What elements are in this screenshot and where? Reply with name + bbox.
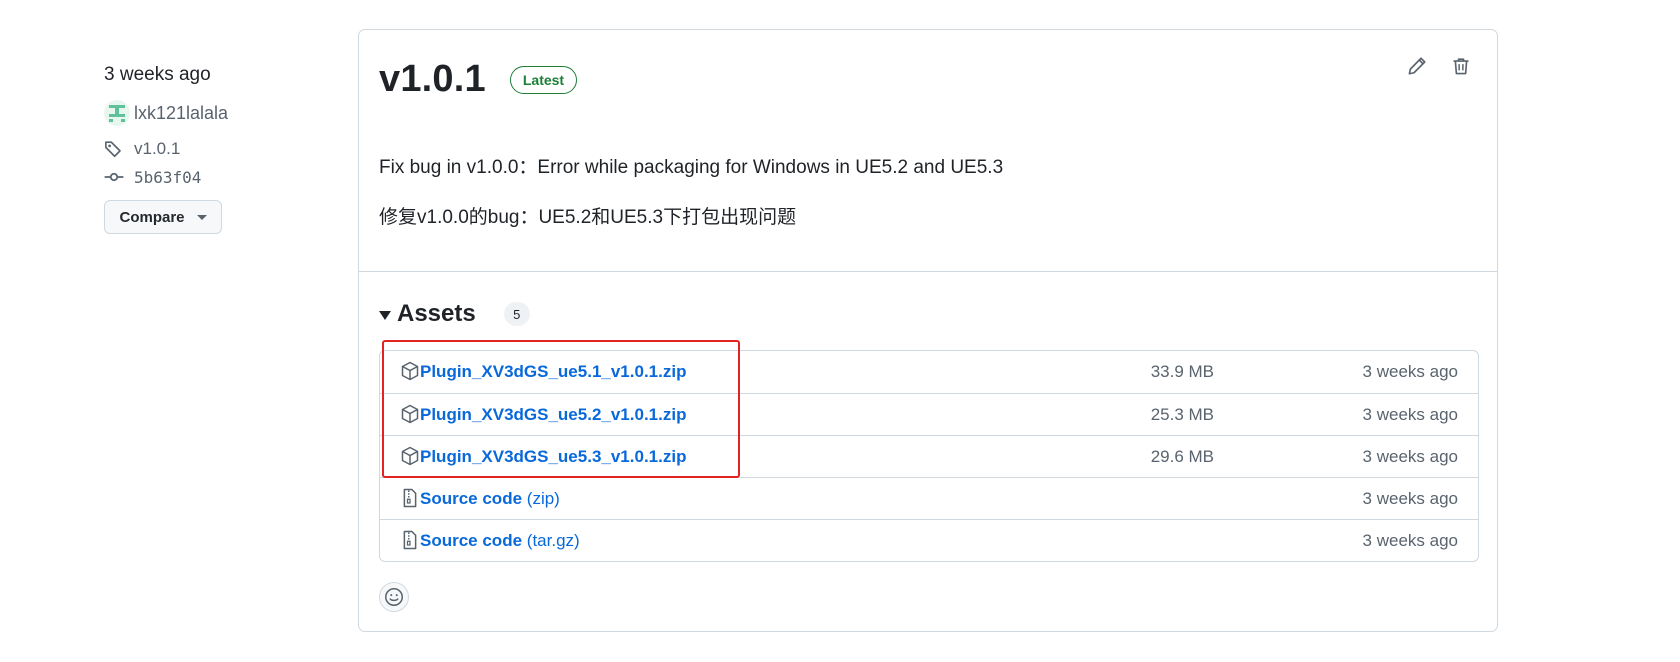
package-icon bbox=[400, 446, 420, 466]
release-note-zh: 修复v1.0.0的bug：UE5.2和UE5.3下打包出现问题 bbox=[379, 207, 797, 228]
release-meta: 3 weeks ago lxk121lalala v1.0.1 5b63f04 … bbox=[104, 60, 324, 234]
assets-list: Plugin_XV3dGS_ue5.1_v1.0.1.zip 33.9 MB 3… bbox=[379, 350, 1479, 562]
assets-count-badge: 5 bbox=[503, 302, 530, 326]
source-code-targz-link[interactable]: Source code (tar.gz) bbox=[420, 531, 580, 551]
asset-row: Source code (zip) 3 weeks ago bbox=[380, 477, 1478, 519]
asset-row: Plugin_XV3dGS_ue5.2_v1.0.1.zip 25.3 MB 3… bbox=[380, 393, 1478, 435]
trash-icon bbox=[1453, 58, 1469, 75]
release-commit[interactable]: 5b63f04 bbox=[104, 164, 324, 190]
assets-title: Assets bbox=[397, 300, 476, 327]
asset-link[interactable]: Plugin_XV3dGS_ue5.1_v1.0.1.zip bbox=[420, 362, 686, 382]
release-title[interactable]: v1.0.1 bbox=[379, 58, 486, 101]
asset-date: 3 weeks ago bbox=[1362, 405, 1458, 424]
author-name[interactable]: lxk121lalala bbox=[134, 103, 228, 124]
asset-row: Source code (tar.gz) 3 weeks ago bbox=[380, 519, 1478, 561]
package-icon bbox=[400, 404, 420, 424]
smiley-icon bbox=[385, 588, 403, 606]
commit-sha[interactable]: 5b63f04 bbox=[134, 168, 201, 187]
asset-link[interactable]: Plugin_XV3dGS_ue5.3_v1.0.1.zip bbox=[420, 447, 686, 467]
release-time: 3 weeks ago bbox=[104, 64, 211, 85]
release-card: v1.0.1 Latest Fix bug in v1.0.0：Error wh… bbox=[358, 29, 1498, 632]
package-icon bbox=[400, 361, 420, 381]
add-reaction-button[interactable] bbox=[379, 582, 409, 612]
asset-date: 3 weeks ago bbox=[1362, 489, 1458, 508]
compare-label: Compare bbox=[119, 208, 185, 226]
edit-button[interactable] bbox=[1405, 54, 1429, 78]
asset-row: Plugin_XV3dGS_ue5.1_v1.0.1.zip 33.9 MB 3… bbox=[380, 351, 1478, 393]
release-tag[interactable]: v1.0.1 bbox=[104, 136, 324, 162]
asset-date: 3 weeks ago bbox=[1362, 531, 1458, 550]
asset-row: Plugin_XV3dGS_ue5.3_v1.0.1.zip 29.6 MB 3… bbox=[380, 435, 1478, 477]
asset-link[interactable]: Plugin_XV3dGS_ue5.2_v1.0.1.zip bbox=[420, 405, 686, 425]
git-commit-icon bbox=[104, 167, 128, 187]
asset-date: 3 weeks ago bbox=[1362, 447, 1458, 466]
assets-toggle[interactable]: Assets 5 bbox=[379, 296, 530, 332]
divider bbox=[359, 271, 1497, 272]
asset-date: 3 weeks ago bbox=[1362, 362, 1458, 381]
asset-size: 33.9 MB bbox=[1150, 362, 1214, 381]
file-zip-icon bbox=[400, 488, 420, 508]
asset-size: 29.6 MB bbox=[1150, 447, 1214, 466]
release-notes: Fix bug in v1.0.0：Error while packaging … bbox=[379, 154, 1459, 232]
chevron-down-icon bbox=[196, 214, 207, 220]
source-code-zip-link[interactable]: Source code (zip) bbox=[420, 489, 560, 509]
release-author[interactable]: lxk121lalala bbox=[104, 98, 324, 128]
triangle-down-icon bbox=[379, 310, 391, 320]
pencil-icon bbox=[1408, 57, 1426, 75]
latest-badge: Latest bbox=[509, 65, 578, 94]
tag-icon bbox=[104, 139, 128, 159]
compare-button[interactable]: Compare bbox=[104, 200, 222, 234]
tag-label[interactable]: v1.0.1 bbox=[134, 139, 180, 159]
avatar[interactable] bbox=[104, 100, 130, 126]
release-note-en: Fix bug in v1.0.0：Error while packaging … bbox=[379, 157, 1004, 178]
asset-size: 25.3 MB bbox=[1150, 405, 1214, 424]
release-actions bbox=[1405, 54, 1473, 78]
delete-button[interactable] bbox=[1449, 54, 1473, 78]
release-header: v1.0.1 Latest bbox=[379, 58, 578, 101]
file-zip-icon bbox=[400, 530, 420, 550]
